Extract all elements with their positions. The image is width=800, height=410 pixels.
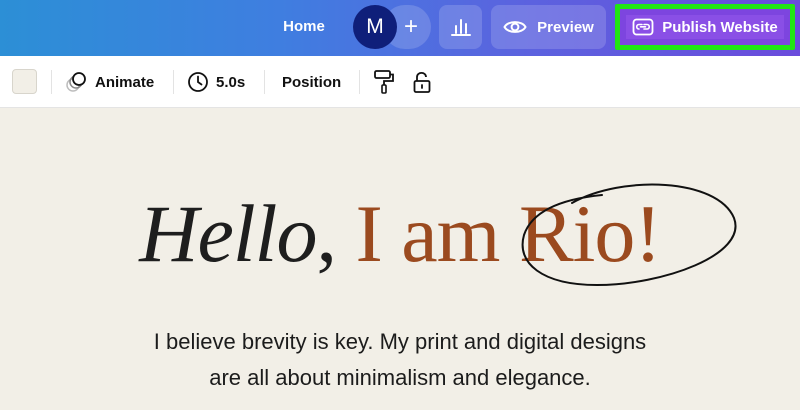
preview-label: Preview: [537, 18, 594, 36]
bio-line-1: I believe brevity is key. My print and d…: [153, 329, 647, 354]
home-button[interactable]: Home: [270, 0, 338, 52]
bio-line-2: are all about minimalism and elegance.: [209, 365, 591, 390]
position-label: Position: [282, 73, 342, 91]
animate-button[interactable]: Animate: [64, 56, 154, 108]
animate-icon: [66, 72, 86, 92]
eye-icon: [503, 21, 527, 33]
plus-icon: +: [403, 13, 418, 40]
lock-button[interactable]: [412, 56, 432, 108]
divider: [51, 70, 52, 94]
design-canvas[interactable]: Hello, I am Rio! I believe brevity is ke…: [0, 108, 800, 410]
publish-website-content: Publish Website: [626, 15, 784, 39]
headline-comma: ,: [316, 188, 336, 279]
position-button[interactable]: Position: [282, 56, 341, 108]
publish-website-button[interactable]: Publish Website: [615, 4, 795, 50]
divider: [173, 70, 174, 94]
paint-roller-icon: [374, 70, 394, 94]
duration-button[interactable]: 5.0s: [187, 56, 245, 108]
top-bar: Home + M Preview Publish Website: [0, 0, 800, 56]
background-color-swatch[interactable]: [12, 69, 37, 94]
publish-label: Publish Website: [662, 18, 778, 36]
copy-style-button[interactable]: [373, 56, 395, 108]
headline-hello: Hello: [139, 188, 317, 279]
hand-drawn-circle[interactable]: [512, 173, 742, 295]
publish-icon: [632, 18, 654, 36]
divider: [264, 70, 265, 94]
duration-label: 5.0s: [216, 73, 246, 91]
insights-icon: [450, 19, 471, 36]
lock-icon: [413, 71, 431, 93]
divider: [359, 70, 360, 94]
animate-label: Animate: [95, 73, 155, 91]
avatar[interactable]: M: [353, 5, 397, 49]
editor-toolbar: Animate 5.0s Position: [0, 56, 800, 108]
preview-button[interactable]: Preview: [491, 5, 606, 49]
bio-text[interactable]: I believe brevity is key. My print and d…: [0, 324, 800, 396]
clock-icon: [188, 72, 208, 92]
insights-button[interactable]: [439, 5, 482, 49]
